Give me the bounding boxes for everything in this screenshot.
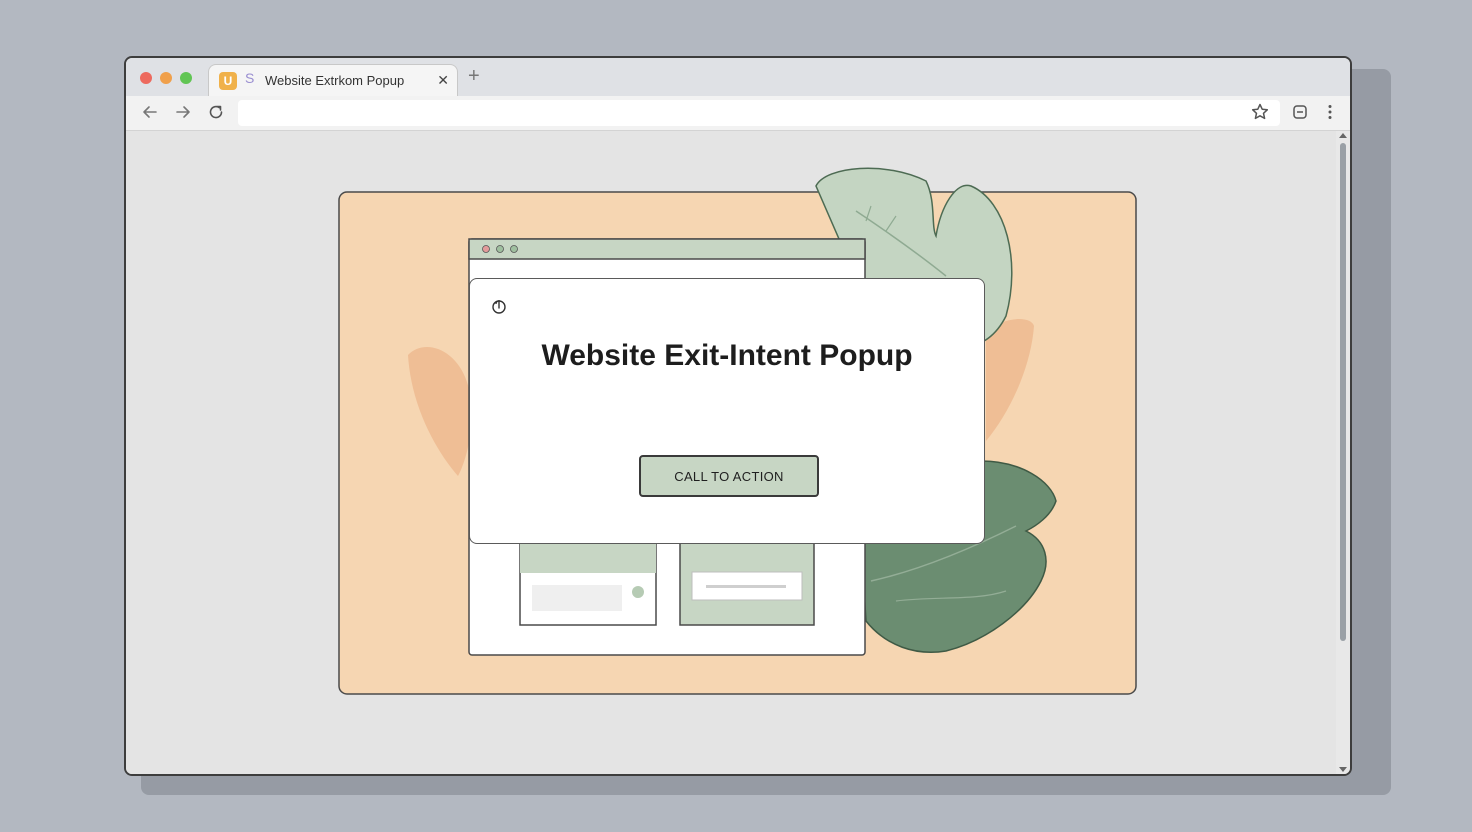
back-arrow-icon[interactable] — [140, 102, 160, 122]
vertical-scrollbar[interactable] — [1336, 131, 1350, 774]
tab-title: Website Extrkom Popup — [265, 73, 405, 88]
bookmark-star-icon[interactable] — [1250, 102, 1270, 122]
forward-arrow-icon[interactable] — [173, 102, 193, 122]
mock-dot-yellow — [496, 245, 504, 253]
pointer-hand-icon — [492, 300, 506, 314]
maximize-window-button[interactable] — [180, 72, 192, 84]
toolbar — [126, 96, 1350, 131]
address-bar[interactable] — [238, 100, 1280, 126]
exit-intent-popup: Website Exit-Intent Popup CALL TO ACTION — [469, 278, 985, 544]
mock-card-right-line — [706, 585, 786, 588]
mock-card-left-header — [520, 543, 656, 573]
new-tab-button[interactable]: + — [468, 66, 480, 86]
call-to-action-button[interactable]: CALL TO ACTION — [639, 455, 819, 497]
scroll-up-arrow-icon[interactable] — [1339, 133, 1347, 138]
extensions-icon[interactable] — [1290, 102, 1310, 122]
menu-kebab-icon[interactable] — [1320, 102, 1340, 122]
mock-card-left-dot — [632, 586, 644, 598]
mock-dot-green — [510, 245, 518, 253]
minimize-window-button[interactable] — [160, 72, 172, 84]
scroll-down-arrow-icon[interactable] — [1339, 767, 1347, 772]
mock-dot-red — [482, 245, 490, 253]
page-content: Website Exit-Intent Popup CALL TO ACTION — [126, 131, 1336, 774]
mock-card-left-block — [532, 585, 622, 611]
scroll-thumb[interactable] — [1340, 143, 1346, 641]
close-icon[interactable]: ✕ — [437, 72, 449, 89]
secondary-favicon-icon: S — [245, 70, 255, 86]
mock-browser-titlebar — [468, 238, 866, 260]
browser-tab[interactable]: U S Website Extrkom Popup ✕ — [208, 64, 458, 96]
favicon-icon: U — [219, 72, 237, 90]
reload-icon[interactable] — [206, 102, 226, 122]
title-bar: U S Website Extrkom Popup ✕ + — [126, 58, 1350, 96]
popup-title: Website Exit-Intent Popup — [541, 339, 913, 372]
close-window-button[interactable] — [140, 72, 152, 84]
browser-window: U S Website Extrkom Popup ✕ + Website Ex… — [124, 56, 1352, 776]
